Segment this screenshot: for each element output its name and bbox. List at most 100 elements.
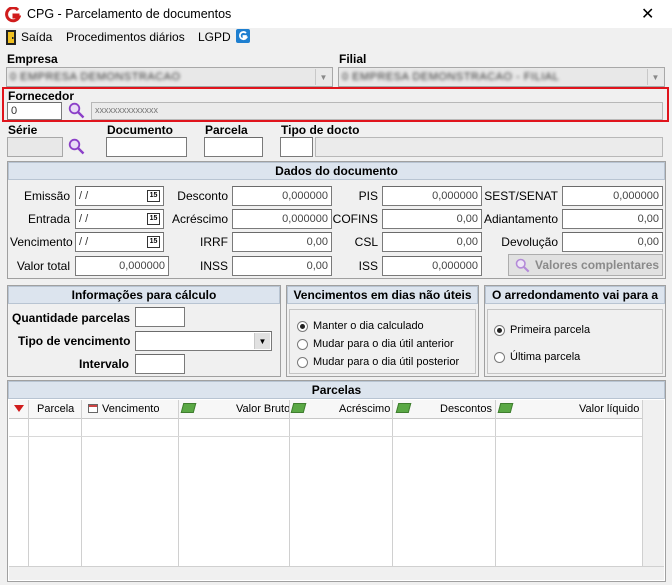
calendar-icon[interactable]: 15 bbox=[147, 190, 160, 202]
quantidade-parcelas-label: Quantidade parcelas bbox=[12, 311, 131, 325]
menu-item-procedimentos-diarios[interactable]: Procedimentos diários bbox=[66, 30, 185, 44]
exit-door-icon bbox=[6, 30, 16, 45]
valores-complementares-button[interactable]: Valores complentares bbox=[508, 254, 663, 276]
sest-senat-value: 0,000000 bbox=[613, 190, 659, 202]
emissao-date-input[interactable]: / / 15 bbox=[75, 186, 164, 206]
grid-divider bbox=[495, 400, 496, 566]
empresa-select[interactable]: 0 EMPRESA DEMONSTRACAO ▼ bbox=[6, 67, 333, 87]
radio-manter-dia[interactable] bbox=[297, 321, 308, 332]
quantidade-parcelas-input[interactable] bbox=[135, 307, 185, 327]
fornecedor-code-input[interactable]: 0 bbox=[7, 102, 62, 120]
devolucao-input[interactable]: 0,00 bbox=[562, 232, 663, 252]
horizontal-scrollbar[interactable] bbox=[9, 566, 664, 580]
csl-value: 0,00 bbox=[456, 236, 478, 248]
radio-dia-util-posterior-label[interactable]: Mudar para o dia útil posterior bbox=[313, 356, 459, 368]
desconto-input[interactable]: 0,000000 bbox=[232, 186, 332, 206]
money-icon bbox=[290, 403, 307, 413]
col-descontos[interactable]: Descontos bbox=[440, 403, 492, 415]
iss-input[interactable]: 0,000000 bbox=[382, 256, 482, 276]
lgpd-g-icon[interactable] bbox=[236, 29, 250, 43]
radio-primeira-parcela[interactable] bbox=[494, 325, 505, 336]
vencimentos-title: Vencimentos em dias não úteis bbox=[287, 286, 478, 304]
irrf-input[interactable]: 0,00 bbox=[232, 232, 332, 252]
menu-item-lgpd[interactable]: LGPD bbox=[198, 30, 231, 44]
col-parcela[interactable]: Parcela bbox=[37, 403, 74, 415]
intervalo-label: Intervalo bbox=[79, 357, 130, 371]
calendar-icon[interactable]: 15 bbox=[147, 213, 160, 225]
tipo-docto-description bbox=[315, 137, 663, 157]
calendar-icon bbox=[88, 404, 98, 413]
grid-divider bbox=[81, 400, 82, 566]
devolucao-value: 0,00 bbox=[637, 236, 659, 248]
desconto-label: Desconto bbox=[177, 189, 228, 203]
tipo-docto-code-input[interactable] bbox=[280, 137, 313, 157]
money-icon bbox=[497, 403, 514, 413]
iss-value: 0,000000 bbox=[432, 260, 478, 272]
parcela-label: Parcela bbox=[205, 123, 248, 137]
radio-ultima-parcela-label[interactable]: Última parcela bbox=[510, 351, 580, 363]
parcelas-title: Parcelas bbox=[8, 381, 665, 399]
calendar-icon[interactable]: 15 bbox=[147, 236, 160, 248]
iss-label: ISS bbox=[358, 259, 378, 273]
grid-divider bbox=[392, 400, 393, 566]
filial-select[interactable]: 0 EMPRESA DEMONSTRACAO - FILIAL ▼ bbox=[338, 67, 665, 87]
radio-primeira-parcela-label[interactable]: Primeira parcela bbox=[510, 324, 590, 336]
chevron-down-icon[interactable]: ▼ bbox=[315, 69, 331, 85]
radio-ultima-parcela[interactable] bbox=[494, 352, 505, 363]
sort-down-icon[interactable] bbox=[14, 405, 24, 412]
intervalo-input[interactable] bbox=[135, 354, 185, 374]
sest-senat-input[interactable]: 0,000000 bbox=[562, 186, 663, 206]
tipo-vencimento-select[interactable]: ▼ bbox=[135, 331, 272, 351]
search-icon[interactable] bbox=[68, 102, 85, 119]
entrada-date-input[interactable]: / / 15 bbox=[75, 209, 164, 229]
chevron-down-icon[interactable]: ▼ bbox=[647, 69, 663, 85]
empresa-label: Empresa bbox=[7, 52, 58, 66]
radio-dia-util-anterior-label[interactable]: Mudar para o dia útil anterior bbox=[313, 338, 454, 350]
col-vencimento[interactable]: Vencimento bbox=[102, 403, 159, 415]
fornecedor-name-field: xxxxxxxxxxxxxx bbox=[91, 102, 663, 120]
search-icon[interactable] bbox=[68, 138, 85, 155]
pis-input[interactable]: 0,000000 bbox=[382, 186, 482, 206]
col-acrescimo[interactable]: Acréscimo bbox=[339, 403, 390, 415]
inss-value: 0,00 bbox=[306, 260, 328, 272]
chevron-down-icon[interactable]: ▼ bbox=[254, 333, 270, 349]
grid-divider bbox=[289, 400, 290, 566]
valores-complementares-label: Valores complentares bbox=[535, 258, 660, 272]
parcela-input[interactable] bbox=[204, 137, 263, 157]
filial-label: Filial bbox=[339, 52, 367, 66]
grid-divider bbox=[178, 400, 179, 566]
dados-documento-title: Dados do documento bbox=[8, 162, 665, 180]
valor-total-label: Valor total bbox=[16, 259, 70, 273]
fornecedor-name: xxxxxxxxxxxxxx bbox=[95, 105, 158, 115]
inss-input[interactable]: 0,00 bbox=[232, 256, 332, 276]
fornecedor-label: Fornecedor bbox=[8, 89, 75, 103]
col-valor-bruto[interactable]: Valor Bruto bbox=[236, 403, 290, 415]
vencimento-date-input[interactable]: / / 15 bbox=[75, 232, 164, 252]
pis-label: PIS bbox=[358, 189, 378, 203]
radio-dia-util-anterior[interactable] bbox=[297, 339, 308, 350]
radio-manter-dia-label[interactable]: Manter o dia calculado bbox=[313, 320, 424, 332]
fornecedor-code: 0 bbox=[11, 105, 18, 117]
app-logo-icon bbox=[5, 7, 21, 23]
csl-label: CSL bbox=[354, 235, 378, 249]
acrescimo-value: 0,000000 bbox=[282, 213, 328, 225]
entrada-value: / / bbox=[79, 213, 89, 225]
radio-dia-util-posterior[interactable] bbox=[297, 357, 308, 368]
valor-total-input[interactable]: 0,000000 bbox=[75, 256, 169, 276]
menu-item-saida[interactable]: Saída bbox=[21, 30, 52, 44]
acrescimo-input[interactable]: 0,000000 bbox=[232, 209, 332, 229]
vencimento-value: / / bbox=[79, 236, 89, 248]
arredondamento-title: O arredondamento vai para a bbox=[485, 286, 665, 304]
documento-input[interactable] bbox=[106, 137, 187, 157]
col-valor-liquido[interactable]: Valor líquido bbox=[579, 403, 639, 415]
csl-input[interactable]: 0,00 bbox=[382, 232, 482, 252]
sest-senat-label: SEST/SENAT bbox=[484, 189, 558, 203]
empresa-value: 0 EMPRESA DEMONSTRACAO bbox=[10, 71, 181, 83]
search-icon bbox=[515, 258, 530, 273]
close-icon[interactable]: ✕ bbox=[641, 4, 654, 24]
serie-input[interactable] bbox=[7, 137, 63, 157]
emissao-value: / / bbox=[79, 190, 89, 202]
adiantamento-input[interactable]: 0,00 bbox=[562, 209, 663, 229]
cofins-input[interactable]: 0,00 bbox=[382, 209, 482, 229]
vertical-scrollbar[interactable] bbox=[643, 400, 664, 566]
